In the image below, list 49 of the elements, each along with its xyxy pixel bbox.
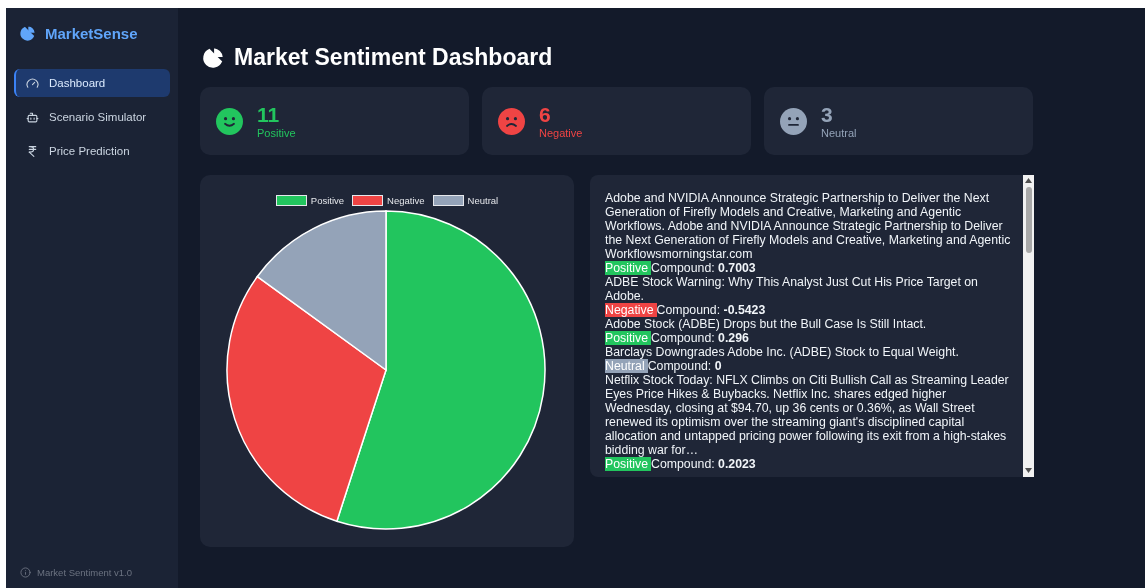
sentiment-tag: Positive	[605, 331, 652, 345]
compound-value: 0	[714, 359, 722, 373]
legend-label: Positive	[310, 195, 345, 206]
compound-label: Compound:	[647, 359, 713, 373]
news-headline: ADBE Stock Warning: Why This Analyst Just Cut His Price Target on Adobe.	[605, 275, 979, 303]
stat-label: Neutral	[821, 127, 857, 139]
rupee-icon	[26, 144, 39, 158]
news-headline: Adobe Stock (ADBE) Drops but the Bull Case Is Still Intact.	[605, 317, 928, 331]
scrollbar[interactable]	[1023, 175, 1034, 477]
compound-label: Compound:	[651, 331, 716, 345]
legend-label: Neutral	[467, 195, 499, 206]
sentiment-tag: Neutral	[605, 359, 648, 373]
version-text: Market Sentiment v1.0	[37, 567, 133, 578]
neutral-face-icon	[780, 107, 807, 135]
gauge-icon	[26, 76, 39, 90]
info-icon	[20, 567, 31, 578]
stat-count: 3	[821, 103, 834, 127]
stat-label: Positive	[257, 127, 296, 139]
compound-value: 0.7003	[718, 261, 756, 275]
stat-count: 11	[257, 103, 281, 127]
compound-value: -0.5423	[723, 303, 766, 317]
compound-label: Compound:	[651, 261, 716, 275]
compound-value: 0.296	[718, 331, 749, 345]
scroll-down-icon[interactable]	[1025, 468, 1032, 474]
nav-item[interactable]: Scenario Simulator	[14, 103, 170, 131]
legend-swatch	[432, 195, 464, 206]
sentiment-tag: Positive	[605, 261, 652, 275]
brand-name: MarketSense	[45, 25, 138, 42]
scroll-up-icon[interactable]	[1025, 178, 1032, 184]
compound-value: 0.2023	[718, 457, 756, 471]
compound-label: Compound:	[656, 303, 722, 317]
robot-icon	[26, 110, 39, 124]
legend-swatch	[352, 195, 384, 206]
stat-label: Negative	[539, 127, 583, 139]
legend-label: Negative	[387, 195, 425, 206]
news-headline: Netflix Stock Today: NFLX Climbs on Citi Bullish Call as Streaming Leader Eyes Price Hikes & Buybacks. Netflix Inc. shares edged higher Wednesday, closing at $94.70, up 36 cents or 0.36%, as Wall Street renewed its optimism over the streaming giant's disciplined capital allocation and untapped pricing power following its exit from a high-stakes bidding war for…	[605, 373, 1010, 457]
legend-swatch	[275, 195, 307, 206]
sentiment-tag: Positive	[605, 457, 652, 471]
compound-label: Compound:	[651, 457, 716, 471]
stat-count: 6	[539, 103, 552, 127]
news-headline: Adobe and NVIDIA Announce Strategic Partnership to Deliver the Next Generation of Firefly Models and Creative, Marketing and Agentic Workflows. Adobe and NVIDIA Announce Strategic Partnership to Deliver the Next Generation of Firefly Models and Creative, Marketing and Agentic Workflowsmorningstar.com	[605, 191, 1012, 261]
smiley-face-icon	[216, 107, 243, 135]
sad-face-icon	[498, 107, 525, 135]
sentiment-tag: Negative	[605, 303, 657, 317]
news-headline: Barclays Downgrades Adobe Inc. (ADBE) Stock to Equal Weight.	[605, 345, 960, 359]
page-title: Market Sentiment Dashboard	[234, 44, 553, 71]
nav-item[interactable]: Price Prediction	[14, 137, 170, 165]
nav-item[interactable]: Dashboard	[14, 69, 170, 97]
pie-chart-logo-icon	[18, 24, 37, 43]
